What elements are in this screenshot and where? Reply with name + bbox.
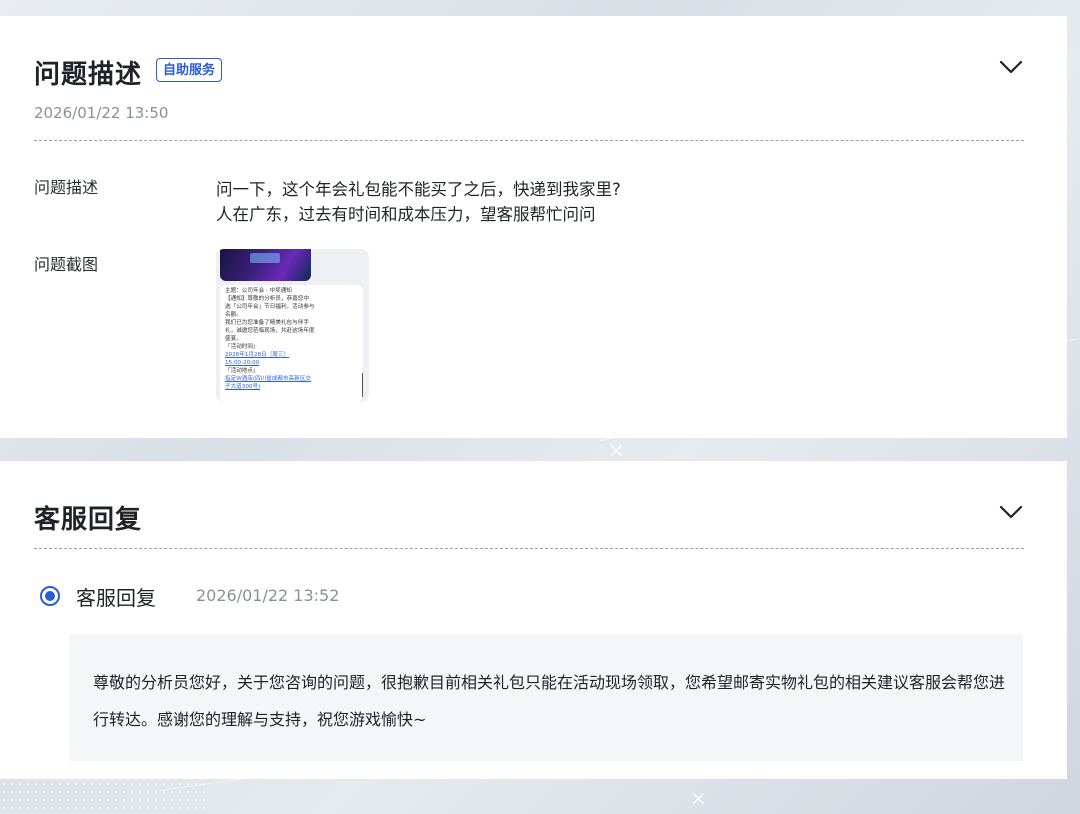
issue-timestamp: 2026/01/22 13:50 xyxy=(34,104,169,122)
screenshot-line: 盛宴。 xyxy=(225,336,242,342)
screenshot-line: 子大道300号) xyxy=(225,384,261,390)
screenshot-line: 主题：公司年会 · 中奖通知 xyxy=(225,288,292,294)
reply-section-title: 客服回复 xyxy=(34,505,143,535)
reply-message-text: 尊敬的分析员您好，关于您咨询的问题，很抱歉目前相关礼包只能在活动现场领取，您希望… xyxy=(93,673,1006,729)
description-line: 人在广东，过去有时间和成本压力，望客服帮忙问问 xyxy=(216,205,596,224)
screenshot-line: 【通知】尊敬的分析员，恭喜您中 xyxy=(225,296,309,302)
chevron-down-icon[interactable] xyxy=(998,499,1024,525)
screenshot-line: 「活动时间」 xyxy=(225,344,259,350)
screenshot-line: 选「公司年会」节日福利，活动参与 xyxy=(225,304,315,310)
screenshot-line: 我们已为您准备了精美礼包与伴手 xyxy=(225,320,309,326)
screenshot-label: 问题截图 xyxy=(34,255,99,274)
divider xyxy=(34,548,1024,549)
scrollbar xyxy=(362,373,363,397)
radio-dot-icon xyxy=(40,586,60,606)
screenshot-line: 15:00-20:00 xyxy=(225,360,260,366)
description-text: 问一下，这个年会礼包能不能买了之后，快递到我家里? 人在广东，过去有时间和成本压… xyxy=(216,177,621,227)
screenshot-line: 指定W酒店(四川省成都市高新区交 xyxy=(225,376,312,382)
self-service-badge: 自助服务 xyxy=(156,58,223,82)
chevron-down-icon[interactable] xyxy=(998,54,1024,80)
issue-screenshot-thumbnail[interactable]: 主题：公司年会 · 中奖通知 【通知】尊敬的分析员，恭喜您中 选「公司年会」节日… xyxy=(216,249,369,402)
description-label: 问题描述 xyxy=(34,178,99,197)
reply-author: 客服回复 xyxy=(76,586,156,610)
message-bubble: 主题：公司年会 · 中奖通知 【通知】尊敬的分析员，恭喜您中 选「公司年会」节日… xyxy=(220,285,363,402)
screenshot-line: 2026年1月28日（周三） xyxy=(225,352,290,358)
screenshot-line: 名额。 xyxy=(225,312,242,318)
reply-timestamp: 2026/01/22 13:52 xyxy=(196,586,340,605)
event-banner-image xyxy=(220,249,311,281)
issue-section-title: 问题描述 xyxy=(34,60,143,90)
issue-card: 问题描述 自助服务 2026/01/22 13:50 问题描述 问一下，这个年会… xyxy=(0,16,1067,438)
description-line: 问一下，这个年会礼包能不能买了之后，快递到我家里? xyxy=(216,180,621,199)
screenshot-line: 「活动地点」 xyxy=(225,368,259,374)
reply-message-box: 尊敬的分析员您好，关于您咨询的问题，很抱歉目前相关礼包只能在活动现场领取，您希望… xyxy=(69,634,1023,761)
divider xyxy=(34,140,1024,141)
screenshot-line: 礼，诚邀您莅临现场，共赴这场年度 xyxy=(225,328,315,334)
